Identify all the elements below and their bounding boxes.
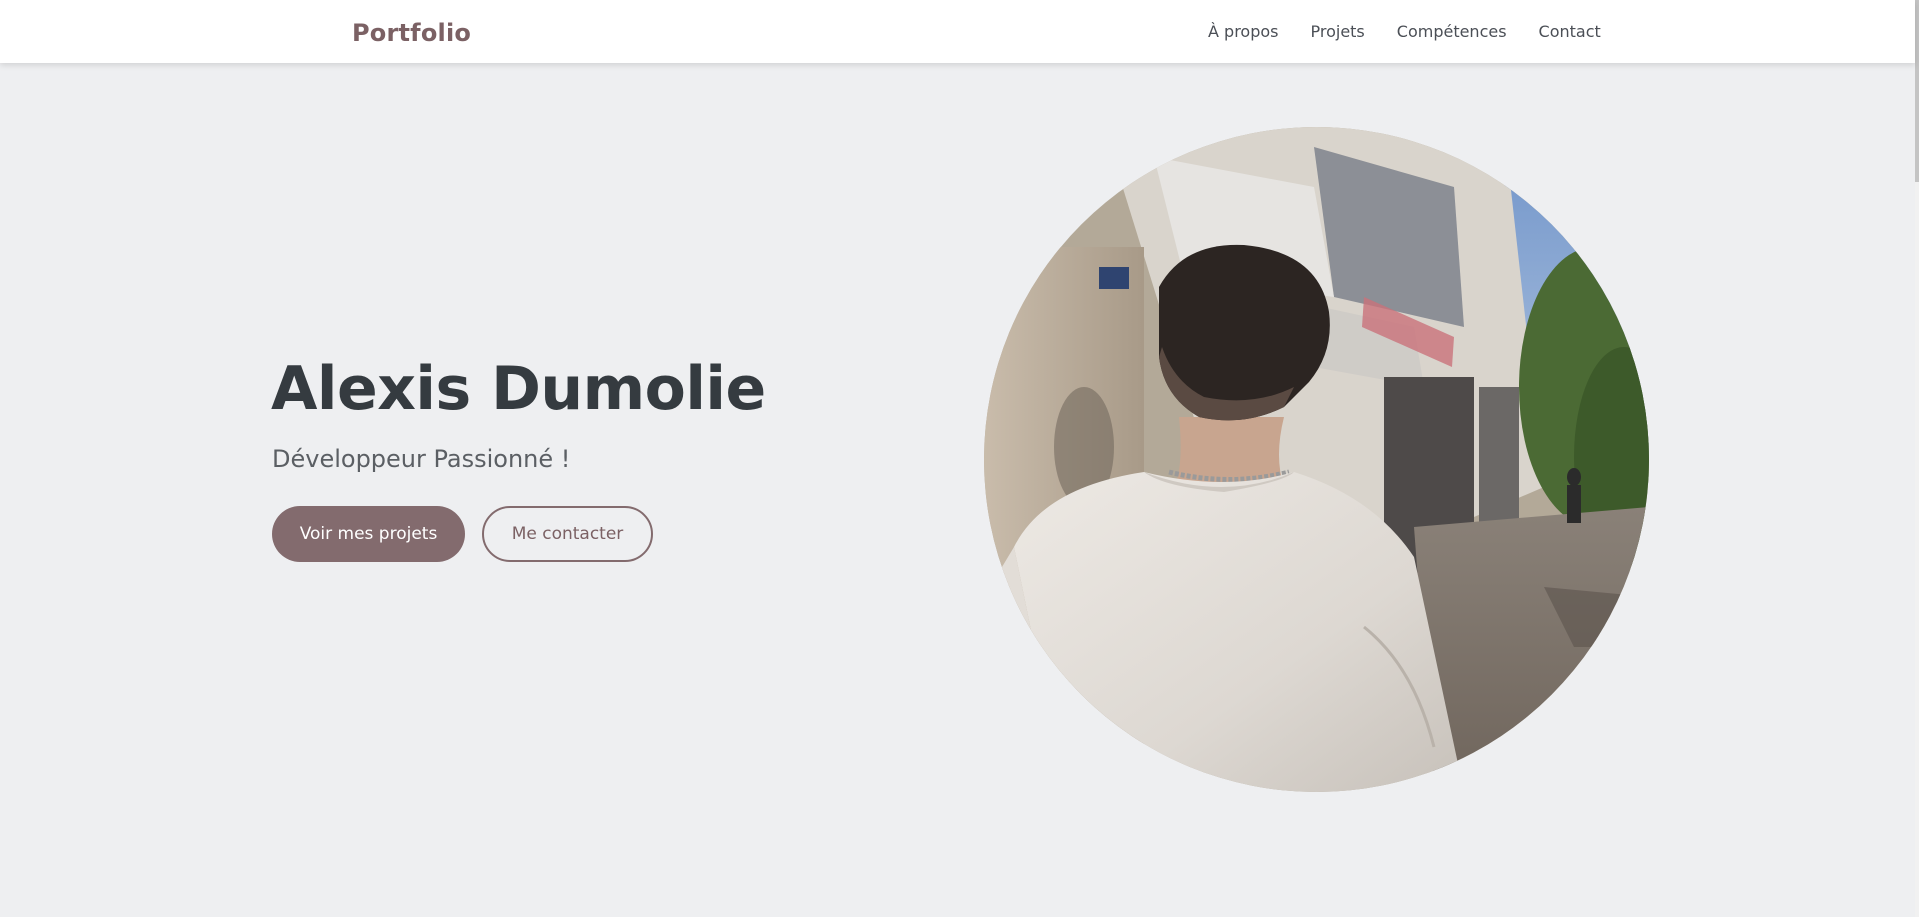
navbar: Portfolio À propos Projets Compétences C… [0,0,1915,63]
nav-links: À propos Projets Compétences Contact [1208,22,1601,41]
scrollbar-thumb[interactable] [1915,0,1919,182]
hero-subtitle: Développeur Passionné ! [272,445,571,473]
nav-link-skills[interactable]: Compétences [1397,22,1507,41]
nav-link-contact[interactable]: Contact [1539,22,1601,41]
hero-name: Alexis Dumolie [271,354,766,424]
view-projects-button[interactable]: Voir mes projets [272,506,465,562]
scrollbar[interactable] [1915,0,1919,917]
nav-link-about[interactable]: À propos [1208,22,1278,41]
nav-link-projects[interactable]: Projets [1310,22,1364,41]
profile-photo [984,127,1649,792]
brand-logo[interactable]: Portfolio [352,19,471,47]
contact-me-button[interactable]: Me contacter [482,506,653,562]
